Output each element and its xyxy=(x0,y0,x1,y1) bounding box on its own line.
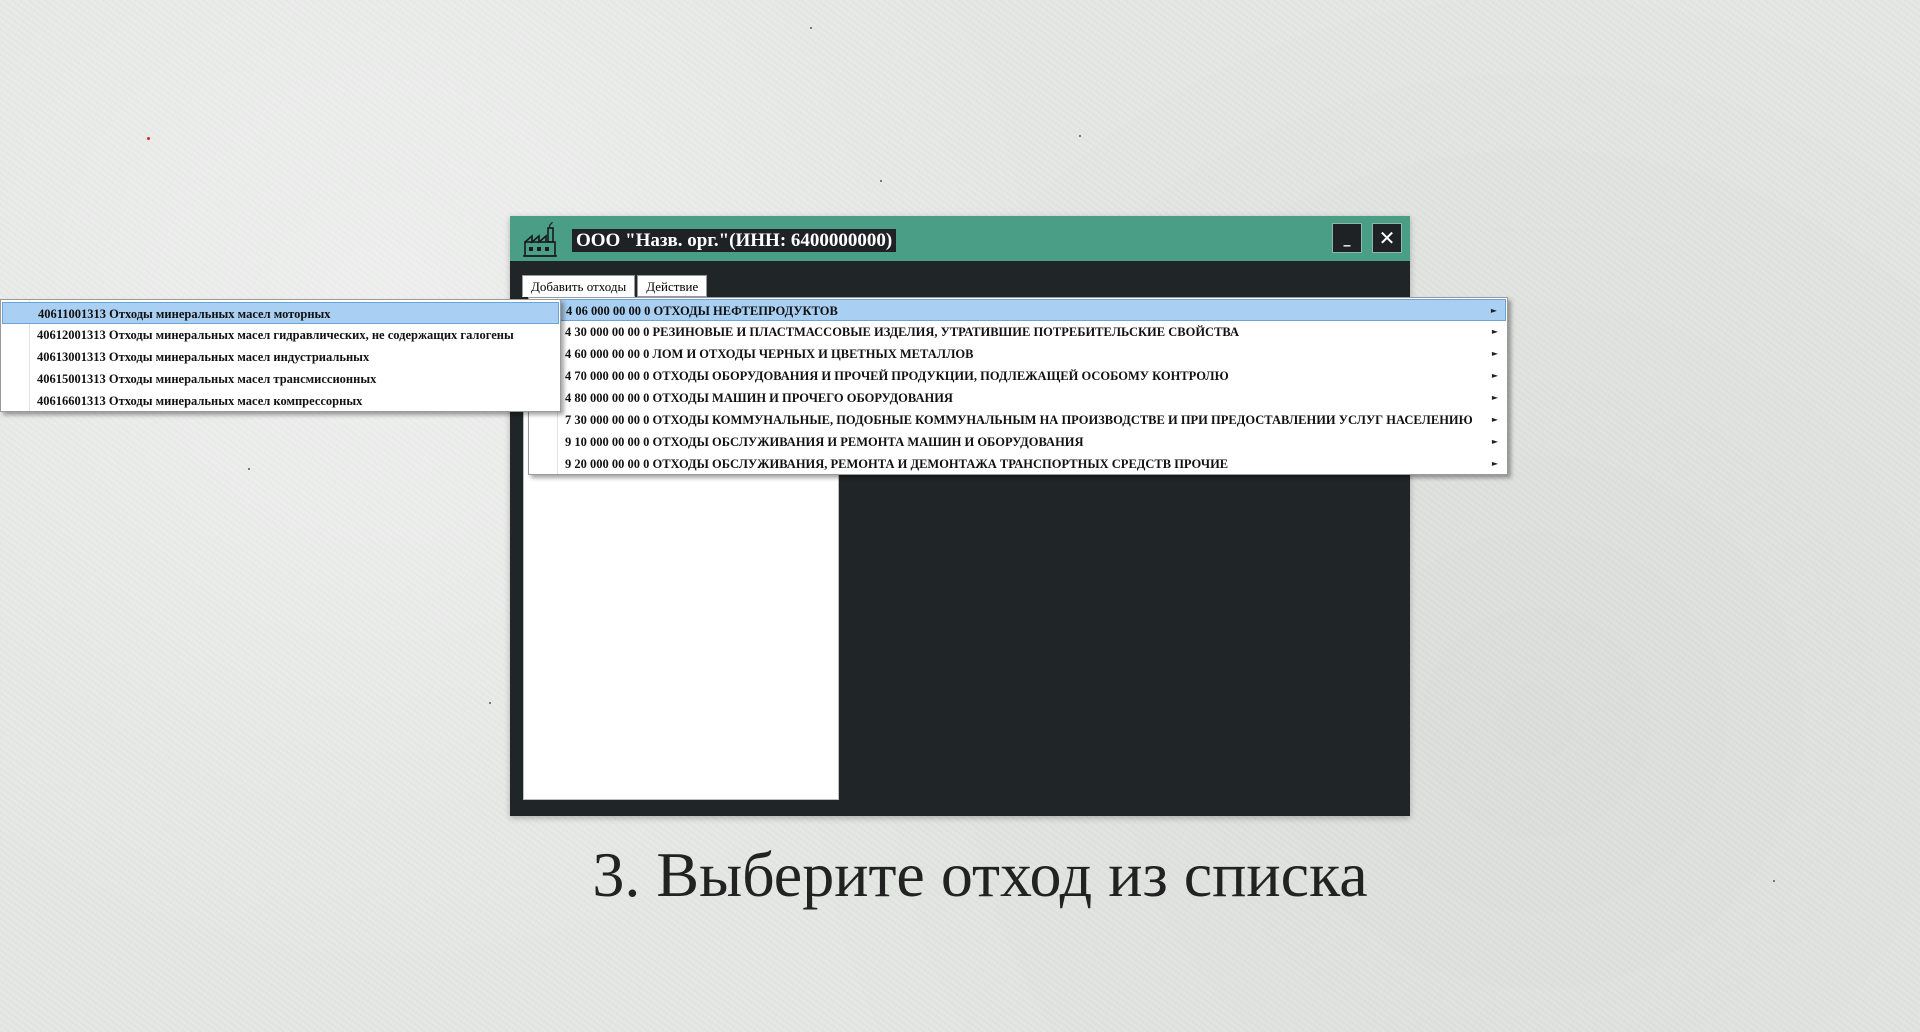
menu-item[interactable]: 4 06 000 00 00 0 ОТХОДЫ НЕФТЕПРОДУКТОВ ► xyxy=(530,299,1506,321)
background-speck xyxy=(248,468,250,470)
menu-item[interactable]: 4 30 000 00 00 0 РЕЗИНОВЫЕ И ПЛАСТМАССОВ… xyxy=(530,321,1506,343)
menu-item[interactable]: 4 80 000 00 00 0 ОТХОДЫ МАШИН И ПРОЧЕГО … xyxy=(530,387,1506,409)
submenu-item[interactable]: 40611001313 Отходы минеральных масел мот… xyxy=(2,302,559,324)
submenu-arrow-icon: ► xyxy=(1491,437,1498,446)
background-speck xyxy=(880,180,882,182)
background-speck xyxy=(489,702,491,704)
submenu-arrow-icon: ► xyxy=(1491,459,1498,468)
submenu-arrow-icon: ► xyxy=(1491,393,1498,402)
background-speck xyxy=(147,137,150,140)
menu-item-label: 4 30 000 00 00 0 РЕЗИНОВЫЕ И ПЛАСТМАССОВ… xyxy=(565,325,1239,339)
menu-item[interactable]: 9 10 000 00 00 0 ОТХОДЫ ОБСЛУЖИВАНИЯ И Р… xyxy=(530,431,1506,453)
background-speck xyxy=(810,27,812,29)
waste-item-submenu: 40611001313 Отходы минеральных масел мот… xyxy=(0,299,561,412)
menu-item-label: 4 06 000 00 00 0 ОТХОДЫ НЕФТЕПРОДУКТОВ xyxy=(566,304,838,318)
menu-item[interactable]: 7 30 000 00 00 0 ОТХОДЫ КОММУНАЛЬНЫЕ, ПО… xyxy=(530,409,1506,431)
instruction-caption: 3. Выберите отход из списка xyxy=(592,839,1368,910)
menu-item-label: 9 10 000 00 00 0 ОТХОДЫ ОБСЛУЖИВАНИЯ И Р… xyxy=(565,435,1084,449)
close-button[interactable]: ✕ xyxy=(1372,223,1402,253)
tab-bar: Добавить отходы Действие xyxy=(522,275,709,297)
submenu-arrow-icon: ► xyxy=(1491,415,1498,424)
menu-item-label: 4 60 000 00 00 0 ЛОМ И ОТХОДЫ ЧЕРНЫХ И Ц… xyxy=(565,347,974,361)
submenu-arrow-icon: ► xyxy=(1491,327,1498,336)
submenu-arrow-icon: ► xyxy=(1491,371,1498,380)
window-titlebar[interactable]: ООО "Назв. орг."(ИНН: 6400000000) _ ✕ xyxy=(510,216,1410,261)
submenu-arrow-icon: ► xyxy=(1490,306,1497,315)
window-title: ООО "Назв. орг."(ИНН: 6400000000) xyxy=(572,229,897,252)
tab-action[interactable]: Действие xyxy=(637,275,708,297)
background-speck xyxy=(1079,135,1081,137)
menu-item-label: 4 70 000 00 00 0 ОТХОДЫ ОБОРУДОВАНИЯ И П… xyxy=(565,369,1229,383)
minimize-button[interactable]: _ xyxy=(1332,223,1362,253)
waste-category-menu: 4 06 000 00 00 0 ОТХОДЫ НЕФТЕПРОДУКТОВ ►… xyxy=(528,297,1508,475)
submenu-item[interactable]: 40615001313 Отходы минеральных масел тра… xyxy=(2,368,559,390)
submenu-item[interactable]: 40616601313 Отходы минеральных масел ком… xyxy=(2,390,559,412)
menu-item-label: 7 30 000 00 00 0 ОТХОДЫ КОММУНАЛЬНЫЕ, ПО… xyxy=(565,413,1473,427)
submenu-item[interactable]: 40613001313 Отходы минеральных масел инд… xyxy=(2,346,559,368)
submenu-arrow-icon: ► xyxy=(1491,349,1498,358)
menu-item[interactable]: 4 70 000 00 00 0 ОТХОДЫ ОБОРУДОВАНИЯ И П… xyxy=(530,365,1506,387)
menu-item-label: 4 80 000 00 00 0 ОТХОДЫ МАШИН И ПРОЧЕГО … xyxy=(565,391,953,405)
menu-item[interactable]: 9 20 000 00 00 0 ОТХОДЫ ОБСЛУЖИВАНИЯ, РЕ… xyxy=(530,453,1506,475)
menu-item[interactable]: 4 60 000 00 00 0 ЛОМ И ОТХОДЫ ЧЕРНЫХ И Ц… xyxy=(530,343,1506,365)
submenu-item[interactable]: 40612001313 Отходы минеральных масел гид… xyxy=(2,324,559,346)
menu-item-label: 9 20 000 00 00 0 ОТХОДЫ ОБСЛУЖИВАНИЯ, РЕ… xyxy=(565,457,1229,471)
factory-icon xyxy=(523,222,557,257)
tab-add-waste[interactable]: Добавить отходы xyxy=(522,275,636,297)
